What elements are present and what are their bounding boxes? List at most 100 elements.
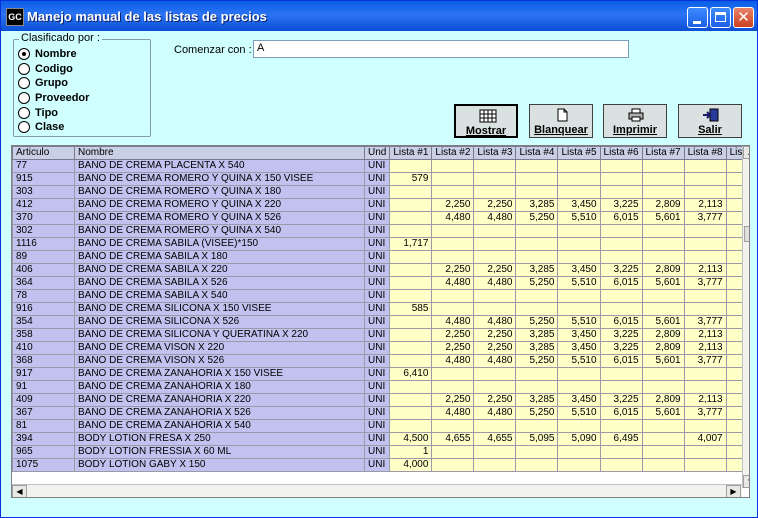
cell-articulo[interactable]: 370: [12, 211, 75, 225]
cell-articulo[interactable]: 412: [12, 198, 75, 212]
cell-lista-8[interactable]: 2,113: [683, 198, 727, 212]
cell-lista-5[interactable]: [557, 458, 601, 472]
cell-lista-3[interactable]: [473, 289, 517, 303]
cell-articulo[interactable]: 409: [12, 393, 75, 407]
cell-lista-1[interactable]: [389, 250, 433, 264]
col-header-lista-6[interactable]: Lista #6: [599, 146, 643, 160]
cell-nombre[interactable]: BAÑO DE CREMA SABILA X 180: [74, 250, 365, 264]
cell-nombre[interactable]: BAÑO DE CREMA ROMERO Y QUINA X 220: [74, 198, 365, 212]
cell-und[interactable]: UNI: [363, 419, 391, 433]
cell-nombre[interactable]: BAÑO DE CREMA PLACENTA X 540: [74, 159, 365, 173]
cell-lista-8[interactable]: 4,007: [683, 432, 727, 446]
table-row[interactable]: 358 BAÑO DE CREMA SILICONA Y QUERATINA X …: [12, 328, 747, 342]
cell-und[interactable]: UNI: [363, 224, 391, 238]
cell-lista-1[interactable]: [389, 341, 433, 355]
cell-lista-1[interactable]: [389, 276, 433, 290]
cell-lista-8[interactable]: [683, 289, 727, 303]
cell-und[interactable]: UNI: [363, 458, 391, 472]
table-row[interactable]: 302 BAÑO DE CREMA ROMERO Y QUINA X 540 UNI: [12, 224, 747, 238]
cell-und[interactable]: UNI: [363, 341, 391, 355]
cell-lista-6[interactable]: [599, 237, 643, 251]
cell-lista-6[interactable]: 3,225: [599, 341, 643, 355]
radio-clase[interactable]: Clase: [18, 120, 64, 134]
cell-lista-6[interactable]: 3,225: [599, 328, 643, 342]
cell-lista-1[interactable]: 4,000: [389, 458, 433, 472]
table-row[interactable]: 303 BAÑO DE CREMA ROMERO Y QUINA X 180 UNI: [12, 185, 747, 199]
cell-lista-5[interactable]: 5,510: [557, 315, 601, 329]
col-header-articulo[interactable]: Articulo: [12, 146, 75, 160]
cell-lista-2[interactable]: [431, 172, 475, 186]
cell-nombre[interactable]: BODY LOTION FRESA X 250: [74, 432, 365, 446]
radio-proveedor[interactable]: Proveedor: [18, 91, 89, 105]
cell-lista-5[interactable]: [557, 172, 601, 186]
cell-lista-2[interactable]: 2,250: [431, 198, 475, 212]
cell-und[interactable]: UNI: [363, 393, 391, 407]
cell-articulo[interactable]: 81: [12, 419, 75, 433]
table-row[interactable]: 409 BAÑO DE CREMA ZANAHORIA X 220 UNI 2,250…: [12, 393, 747, 407]
cell-lista-8[interactable]: [683, 380, 727, 394]
radio-codigo[interactable]: Codigo: [18, 62, 73, 76]
table-row[interactable]: 410 BAÑO DE CREMA VISON X 220 UNI 2,250 2,25…: [12, 341, 747, 355]
cell-lista-1[interactable]: [389, 406, 433, 420]
cell-lista-4[interactable]: 5,095: [515, 432, 559, 446]
cell-lista-4[interactable]: 5,250: [515, 406, 559, 420]
cell-lista-2[interactable]: 4,480: [431, 211, 475, 225]
table-row[interactable]: 364 BAÑO DE CREMA SABILA X 526 UNI 4,480 4,4…: [12, 276, 747, 290]
cell-lista-2[interactable]: [431, 289, 475, 303]
table-row[interactable]: 354 BAÑO DE CREMA SILICONA X 526 UNI 4,480 4…: [12, 315, 747, 329]
cell-lista-6[interactable]: 6,015: [599, 315, 643, 329]
cell-lista-8[interactable]: [683, 237, 727, 251]
cell-lista-7[interactable]: [641, 159, 685, 173]
cell-lista-2[interactable]: [431, 185, 475, 199]
cell-lista-6[interactable]: [599, 172, 643, 186]
table-row[interactable]: 965 BODY LOTION FRESSIA X 60 ML UNI 1: [12, 445, 747, 459]
cell-lista-8[interactable]: 2,113: [683, 263, 727, 277]
cell-lista-4[interactable]: 3,285: [515, 393, 559, 407]
cell-lista-8[interactable]: [683, 224, 727, 238]
cell-lista-8[interactable]: 2,113: [683, 393, 727, 407]
cell-lista-1[interactable]: 6,410: [389, 367, 433, 381]
scroll-left-icon[interactable]: ◀: [12, 485, 27, 497]
cell-und[interactable]: UNI: [363, 445, 391, 459]
cell-und[interactable]: UNI: [363, 185, 391, 199]
cell-lista-4[interactable]: [515, 224, 559, 238]
cell-lista-1[interactable]: [389, 211, 433, 225]
cell-lista-3[interactable]: 4,480: [473, 315, 517, 329]
cell-lista-3[interactable]: 4,655: [473, 432, 517, 446]
table-row[interactable]: 917 BAÑO DE CREMA ZANAHORIA X 150 VISEE UN…: [12, 367, 747, 381]
cell-und[interactable]: UNI: [363, 263, 391, 277]
cell-nombre[interactable]: BAÑO DE CREMA SABILA (VISEE)*150: [74, 237, 365, 251]
scroll-right-icon[interactable]: ▶: [726, 485, 741, 497]
table-row[interactable]: 91 BAÑO DE CREMA ZANAHORIA X 180 UNI: [12, 380, 747, 394]
radio-clase-circle[interactable]: [18, 121, 30, 133]
cell-lista-6[interactable]: [599, 419, 643, 433]
cell-lista-1[interactable]: [389, 224, 433, 238]
cell-und[interactable]: UNI: [363, 289, 391, 303]
cell-lista-7[interactable]: [641, 445, 685, 459]
cell-lista-6[interactable]: [599, 380, 643, 394]
cell-lista-3[interactable]: 4,480: [473, 354, 517, 368]
cell-lista-3[interactable]: [473, 419, 517, 433]
table-row[interactable]: 89 BAÑO DE CREMA SABILA X 180 UNI: [12, 250, 747, 264]
cell-lista-6[interactable]: 3,225: [599, 263, 643, 277]
col-header-lista-2[interactable]: Lista #2: [431, 146, 475, 160]
cell-lista-8[interactable]: 2,113: [683, 341, 727, 355]
radio-codigo-circle[interactable]: [18, 63, 30, 75]
cell-articulo[interactable]: 364: [12, 276, 75, 290]
cell-lista-8[interactable]: 3,777: [683, 354, 727, 368]
cell-lista-2[interactable]: 2,250: [431, 341, 475, 355]
cell-articulo[interactable]: 394: [12, 432, 75, 446]
cell-lista-1[interactable]: [389, 354, 433, 368]
cell-lista-6[interactable]: [599, 250, 643, 264]
cell-lista-5[interactable]: [557, 159, 601, 173]
cell-lista-4[interactable]: [515, 380, 559, 394]
cell-lista-6[interactable]: [599, 302, 643, 316]
cell-articulo[interactable]: 358: [12, 328, 75, 342]
cell-und[interactable]: UNI: [363, 406, 391, 420]
cell-articulo[interactable]: 303: [12, 185, 75, 199]
cell-lista-5[interactable]: [557, 224, 601, 238]
cell-articulo[interactable]: 91: [12, 380, 75, 394]
cell-nombre[interactable]: BAÑO DE CREMA ZANAHORIA X 540: [74, 419, 365, 433]
cell-lista-3[interactable]: [473, 172, 517, 186]
vertical-scrollbar[interactable]: ▲ ▼: [742, 146, 749, 488]
